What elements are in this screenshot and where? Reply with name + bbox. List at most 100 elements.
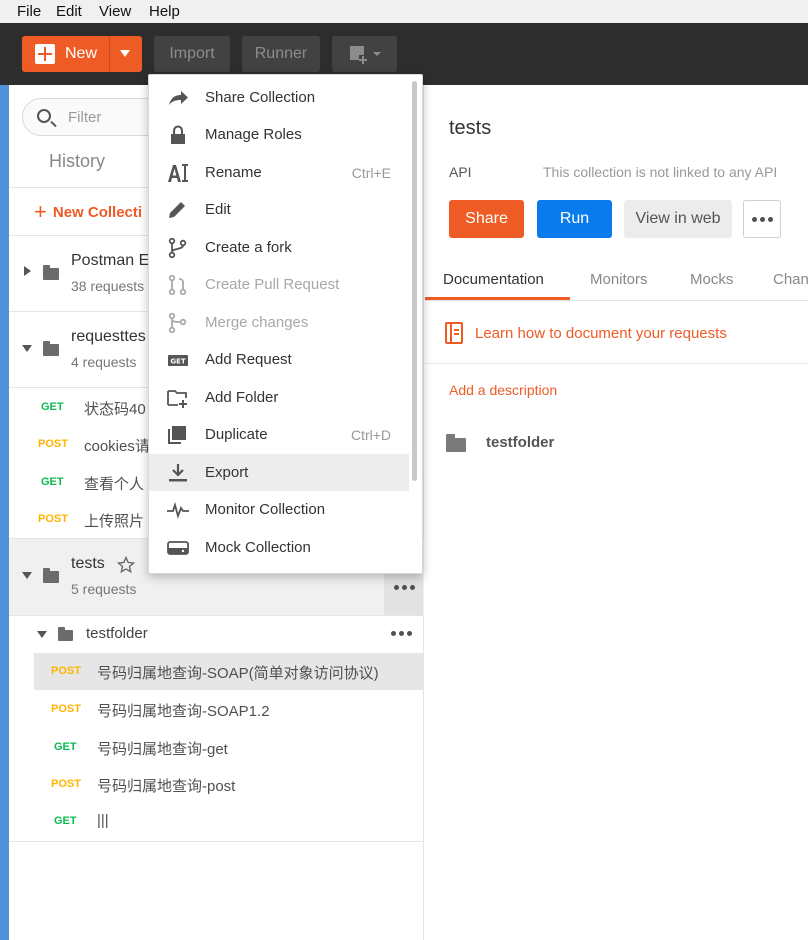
caret-down-icon[interactable] <box>120 50 130 57</box>
api-label: API <box>449 164 472 180</box>
tab-mocks[interactable]: Mocks <box>690 271 733 288</box>
new-button-label: New <box>65 45 98 62</box>
chevron-down-icon[interactable] <box>37 631 47 638</box>
request-row[interactable]: POST 号码归属地查询-SOAP1.2 <box>9 690 424 727</box>
menu-item-edit[interactable]: Edit <box>149 191 409 228</box>
more-dots-icon <box>751 216 773 222</box>
collection-icon <box>43 341 59 356</box>
new-window-button[interactable] <box>332 36 397 72</box>
pulse-icon <box>167 501 189 519</box>
page-title: tests <box>449 117 492 139</box>
menu-item-manage-roles[interactable]: Manage Roles <box>149 116 409 153</box>
menu-item-add-request[interactable]: GET Add Request <box>149 341 409 378</box>
menu-item-merge-changes: Merge changes <box>149 304 409 341</box>
menu-item-label: Add Folder <box>205 389 279 406</box>
fork-icon <box>168 238 187 258</box>
collection-actions-menu: Share Collection Manage Roles Rename Ctr… <box>148 74 423 574</box>
collection-name: Postman E <box>71 252 150 269</box>
request-name: 号码归属地查询-SOAP(简单对象访问协议) <box>97 665 379 682</box>
menu-view[interactable]: View <box>99 3 131 20</box>
menu-item-export[interactable]: Export <box>149 454 409 491</box>
request-name: 上传照片 <box>84 513 145 530</box>
method-badge: GET <box>41 476 64 488</box>
share-button[interactable]: Share <box>449 200 524 238</box>
folder-row-testfolder[interactable]: testfolder <box>9 615 424 653</box>
request-row[interactable]: GET ||| <box>9 802 424 839</box>
chevron-right-icon[interactable] <box>24 266 31 276</box>
menu-help[interactable]: Help <box>149 3 180 20</box>
tab-monitors[interactable]: Monitors <box>590 271 648 288</box>
menu-item-label: Create Pull Request <box>205 276 340 293</box>
new-button[interactable]: New <box>22 36 142 72</box>
tab-documentation[interactable]: Documentation <box>443 271 544 288</box>
new-window-icon <box>349 46 381 64</box>
add-description-link[interactable]: Add a description <box>449 382 557 398</box>
menubar: File Edit View Help <box>0 0 808 23</box>
menu-scrollbar[interactable] <box>412 81 417 481</box>
duplicate-icon <box>168 426 186 444</box>
collection-icon <box>43 265 59 280</box>
download-icon <box>169 464 187 482</box>
book-icon <box>445 322 463 344</box>
request-name: 号码归属地查询-get <box>97 741 228 758</box>
collection-name: tests <box>71 555 105 572</box>
collection-name: requesttes <box>71 328 146 345</box>
menu-edit[interactable]: Edit <box>56 3 82 20</box>
server-icon <box>167 541 189 555</box>
view-in-web-button[interactable]: View in web <box>624 200 732 238</box>
run-button[interactable]: Run <box>537 200 612 238</box>
method-badge: POST <box>38 513 68 525</box>
search-icon <box>37 109 51 123</box>
folder-link[interactable]: testfolder <box>486 434 554 451</box>
pencil-icon <box>169 202 185 218</box>
menu-item-monitor-collection[interactable]: Monitor Collection <box>149 491 409 528</box>
lock-icon <box>171 125 185 144</box>
request-row[interactable]: GET 号码归属地查询-get <box>9 728 424 765</box>
get-badge-text: GET <box>170 358 186 366</box>
more-dots-icon <box>394 585 415 590</box>
request-name: 查看个人 <box>84 476 145 493</box>
import-button[interactable]: Import <box>154 36 230 72</box>
chevron-down-icon[interactable] <box>22 572 32 579</box>
shortcut-hint: Ctrl+D <box>350 427 391 443</box>
method-badge: GET <box>41 401 64 413</box>
menu-item-duplicate[interactable]: Duplicate Ctrl+D <box>149 416 409 453</box>
menu-item-mock-collection[interactable]: Mock Collection <box>149 529 409 566</box>
add-folder-icon <box>167 390 187 408</box>
plus-icon <box>35 44 55 64</box>
menu-item-label: Manage Roles <box>205 126 302 143</box>
runner-button[interactable]: Runner <box>242 36 320 72</box>
menu-item-add-folder[interactable]: Add Folder <box>149 379 409 416</box>
collection-request-count: 5 requests <box>71 581 137 597</box>
collection-request-count: 4 requests <box>71 354 137 370</box>
share-arrow-icon <box>169 91 188 105</box>
request-name: ||| <box>97 812 109 829</box>
method-badge: POST <box>51 665 81 677</box>
method-badge: POST <box>38 438 68 450</box>
merge-icon <box>168 313 187 333</box>
more-actions-button[interactable] <box>743 200 781 238</box>
window-edge <box>0 85 9 940</box>
menu-item-create-pull-request: Create Pull Request <box>149 266 409 303</box>
divider <box>9 841 424 842</box>
menu-file[interactable]: File <box>17 3 41 20</box>
menu-item-create-fork[interactable]: Create a fork <box>149 229 409 266</box>
tabs-divider <box>425 300 808 301</box>
more-dots-icon[interactable] <box>391 631 412 636</box>
menu-item-label: Edit <box>205 201 231 218</box>
request-row[interactable]: POST 号码归属地查询-post <box>9 765 424 802</box>
menu-item-label: Monitor Collection <box>205 501 326 518</box>
learn-docs-link[interactable]: Learn how to document your requests <box>475 325 727 342</box>
menu-item-label: Add Request <box>205 351 292 368</box>
method-badge: POST <box>51 703 81 715</box>
chevron-down-icon[interactable] <box>22 345 32 352</box>
menu-item-share-collection[interactable]: Share Collection <box>149 79 409 116</box>
method-badge: GET <box>54 815 77 827</box>
menu-item-rename[interactable]: Rename Ctrl+E <box>149 154 409 191</box>
new-collection-button[interactable]: + New Collecti <box>34 201 142 223</box>
request-row-selected[interactable]: POST 号码归属地查询-SOAP(简单对象访问协议) <box>34 653 423 690</box>
tab-changelog[interactable]: Chan <box>773 271 808 288</box>
star-icon[interactable] <box>117 556 135 574</box>
tab-history[interactable]: History <box>49 151 105 172</box>
request-name: 状态码40 <box>84 401 146 418</box>
